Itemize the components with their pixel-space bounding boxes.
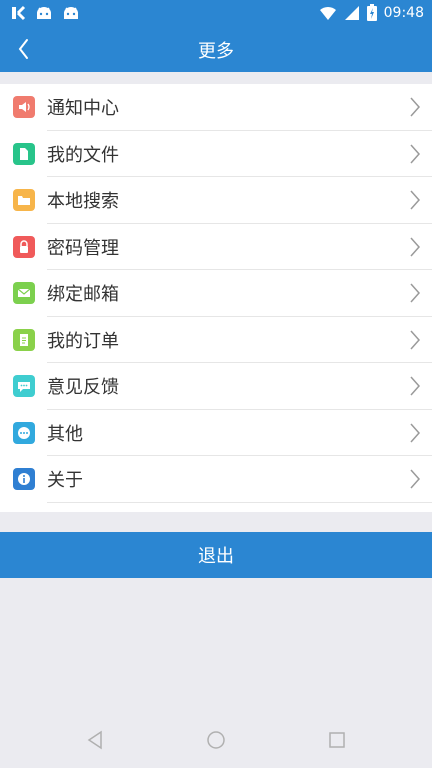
menu-item-bind-email[interactable]: 绑定邮箱: [0, 270, 432, 317]
menu-item-label: 通知中心: [47, 98, 119, 120]
clock: 09:48: [383, 4, 424, 21]
chevron-right-icon: [410, 469, 421, 489]
nav-back-icon[interactable]: [86, 730, 104, 750]
more-dots-icon: [13, 421, 35, 444]
logout-button[interactable]: 退出: [0, 532, 432, 578]
menu-item-label: 其他: [47, 423, 83, 445]
speaker-icon: [13, 96, 35, 119]
chevron-right-icon: [410, 376, 421, 396]
menu-item-feedback[interactable]: 意见反馈: [0, 363, 432, 410]
file-icon: [13, 142, 35, 165]
page-title: 更多: [198, 41, 234, 62]
chevron-right-icon: [410, 97, 421, 117]
menu-item-about[interactable]: 关于: [0, 456, 432, 503]
menu-item-label: 意见反馈: [47, 377, 119, 399]
menu-item-local-search[interactable]: 本地搜索: [0, 177, 432, 224]
menu-item-label: 本地搜索: [47, 191, 119, 213]
settings-list: 通知中心 我的文件 本地搜索 密码管理 绑定邮箱 我的订单 意见反馈 其他 关于: [0, 84, 432, 512]
mail-icon: [13, 282, 35, 305]
menu-item-notifications[interactable]: 通知中心: [0, 84, 432, 131]
chevron-right-icon: [410, 190, 421, 210]
menu-item-my-orders[interactable]: 我的订单: [0, 317, 432, 363]
menu-item-label: 密码管理: [47, 237, 119, 259]
signal-icon: [344, 5, 359, 20]
chevron-right-icon: [410, 283, 421, 303]
nav-home-icon[interactable]: [206, 730, 226, 750]
info-icon: [13, 468, 35, 491]
chat-icon: [13, 375, 35, 398]
chevron-right-icon: [410, 237, 421, 256]
menu-item-label: 我的订单: [47, 330, 119, 352]
menu-item-label: 绑定邮箱: [47, 284, 119, 306]
chevron-right-icon: [410, 144, 421, 163]
android-icon: [37, 7, 51, 19]
menu-item-label: 关于: [47, 470, 83, 492]
chevron-right-icon: [410, 423, 421, 442]
android-icon: [64, 7, 78, 19]
wifi-icon: [319, 6, 336, 20]
battery-icon: [366, 4, 377, 21]
app-header: 更多: [0, 26, 432, 72]
divider: [47, 501, 432, 503]
menu-item-other[interactable]: 其他: [0, 410, 432, 456]
menu-item-label: 我的文件: [47, 144, 119, 166]
folder-icon: [13, 189, 35, 212]
system-icons: 09:48: [319, 4, 424, 21]
chevron-right-icon: [410, 330, 421, 349]
status-bar: 09:48: [0, 0, 432, 26]
nav-recents-icon[interactable]: [328, 730, 346, 750]
menu-item-password[interactable]: 密码管理: [0, 224, 432, 270]
order-icon: [13, 328, 35, 351]
notification-icons: [10, 5, 80, 21]
system-nav-bar: [0, 716, 432, 768]
menu-item-my-files[interactable]: 我的文件: [0, 131, 432, 177]
lock-icon: [13, 235, 35, 258]
app-notification-icon: [12, 5, 26, 21]
